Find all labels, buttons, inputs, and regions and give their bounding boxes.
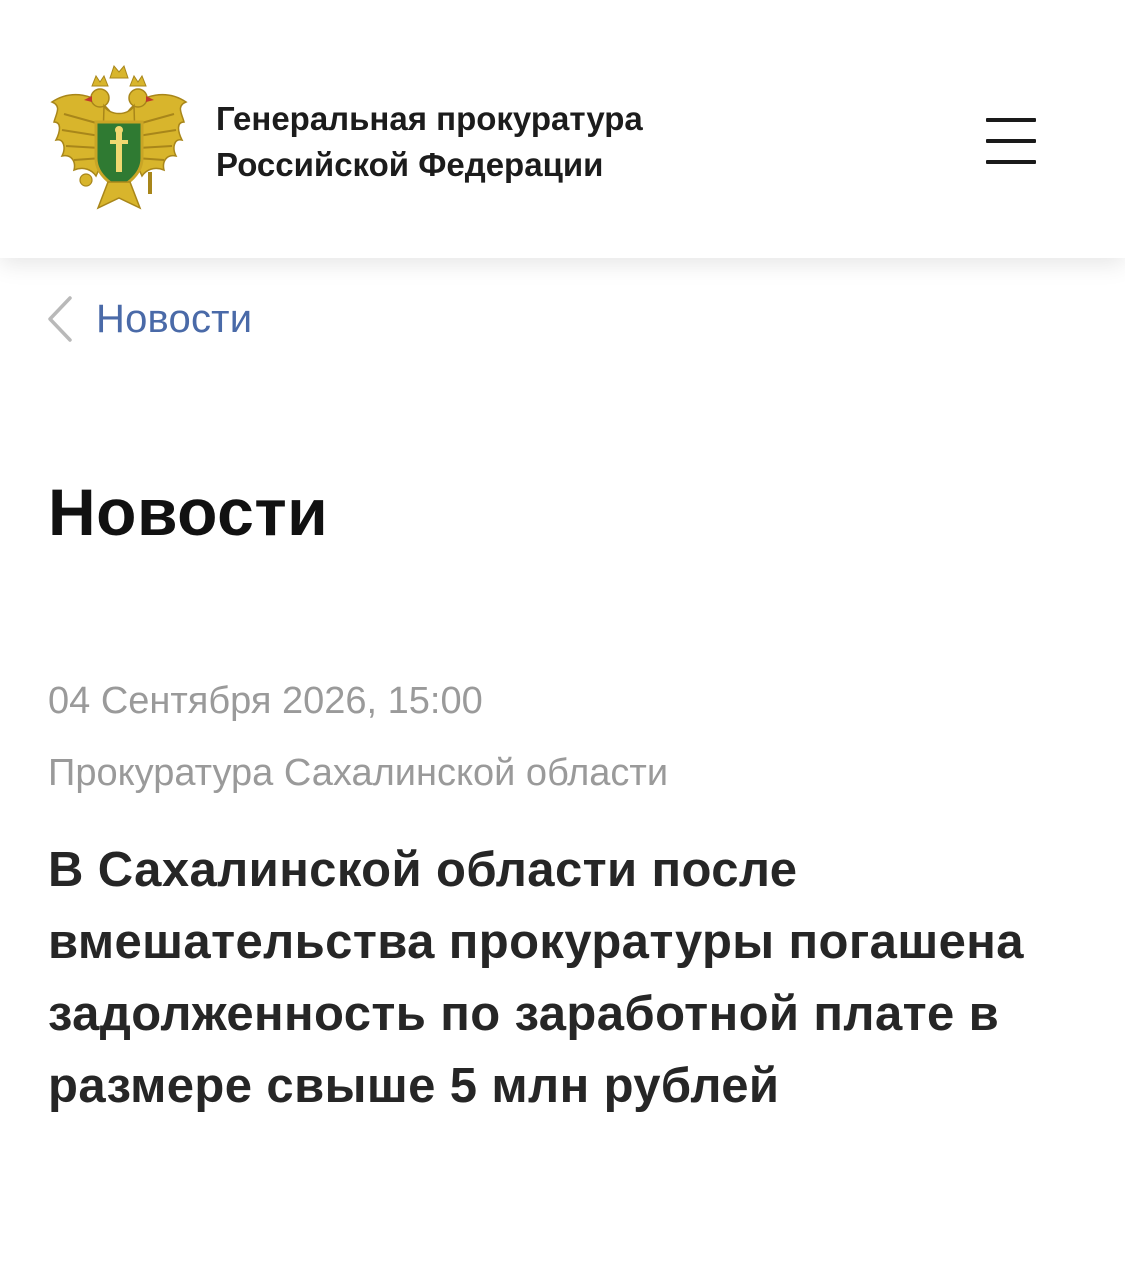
- organization-name-line2: Российской Федерации: [216, 146, 604, 183]
- breadcrumb-label: Новости: [96, 296, 253, 341]
- breadcrumb-back-link[interactable]: Новости: [44, 284, 252, 354]
- site-header: Генеральная прокуратура Российской Федер…: [0, 0, 1125, 258]
- chevron-left-icon: [48, 296, 72, 342]
- organization-name[interactable]: Генеральная прокуратура Российской Федер…: [216, 96, 643, 188]
- news-headline-link[interactable]: В Сахалинской области после вмешательств…: [48, 834, 1088, 1122]
- hamburger-menu-icon[interactable]: [978, 110, 1044, 172]
- double-headed-eagle-emblem-icon[interactable]: [48, 62, 190, 214]
- news-source: Прокуратура Сахалинской области: [48, 752, 669, 794]
- news-date: 04 Сентября 2026, 15:00: [48, 680, 483, 722]
- page-title: Новости: [48, 475, 329, 549]
- organization-name-line1: Генеральная прокуратура: [216, 100, 643, 137]
